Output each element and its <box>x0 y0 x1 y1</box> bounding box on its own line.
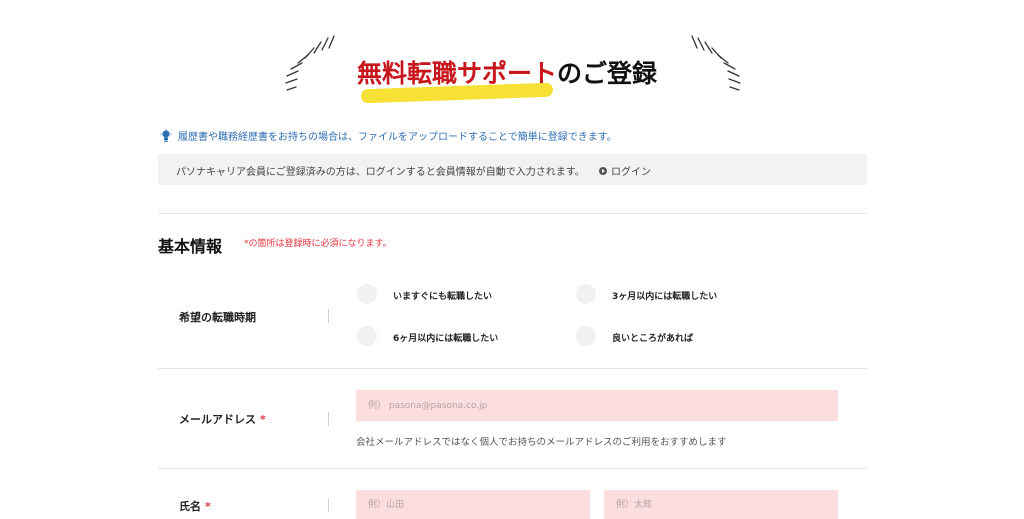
name-label-text: 氏名 <box>179 500 201 513</box>
timing-option-label[interactable]: 3ヶ月以内には転職したい <box>612 289 717 302</box>
email-note: 会社メールアドレスではなく個人でお持ちのメールアドレスのご利用をおすすめします <box>356 437 727 448</box>
login-link-label[interactable]: ログイン <box>611 163 651 178</box>
timing-option-label[interactable]: 6ヶ月以内には転職したい <box>393 331 498 344</box>
row-divider <box>158 368 867 369</box>
required-note: *の箇所は登録時に必須になります。 <box>244 239 392 249</box>
timing-radio-if-good[interactable] <box>576 326 596 346</box>
required-mark: * <box>260 413 266 426</box>
title-text: 無料転職サポートのご登録 <box>357 54 657 90</box>
section-divider <box>158 213 867 214</box>
login-link[interactable]: ログイン <box>599 163 651 178</box>
row-divider <box>158 468 867 469</box>
label-separator <box>328 309 329 323</box>
last-name-input[interactable] <box>356 490 590 519</box>
first-name-input[interactable] <box>604 490 838 519</box>
upload-hint-text[interactable]: 履歴書や職務経歴書をお持ちの場合は、ファイルをアップロードすることで簡単に登録で… <box>178 128 617 143</box>
timing-radio-immediately[interactable] <box>357 284 377 304</box>
required-mark: * <box>205 500 211 513</box>
decorative-rays-left <box>285 35 335 91</box>
timing-radio-3months[interactable] <box>576 284 596 304</box>
decorative-rays-right <box>691 35 741 91</box>
timing-option-label[interactable]: 良いところがあれば <box>612 331 693 344</box>
lightbulb-icon <box>160 128 172 142</box>
timing-radio-6months[interactable] <box>357 326 377 346</box>
upload-hint[interactable]: 履歴書や職務経歴書をお持ちの場合は、ファイルをアップロードすることで簡単に登録で… <box>160 128 617 143</box>
title-red-part: 無料転職サポート <box>357 59 558 88</box>
email-input[interactable] <box>356 390 838 421</box>
login-banner: パソナキャリア会員にご登録済みの方は、ログインすると会員情報が自動で入力されます… <box>158 154 867 185</box>
timing-label: 希望の転職時期 <box>179 311 256 324</box>
email-label: メールアドレス * <box>179 411 266 427</box>
label-separator <box>328 498 329 512</box>
section-title: 基本情報 <box>158 237 223 256</box>
arrow-circle-icon <box>599 166 607 175</box>
email-label-text: メールアドレス <box>179 413 256 426</box>
label-separator <box>328 412 329 426</box>
login-banner-text: パソナキャリア会員にご登録済みの方は、ログインすると会員情報が自動で入力されます… <box>176 167 585 178</box>
timing-option-label[interactable]: いますぐにも転職したい <box>393 289 492 302</box>
title-black-part: のご登録 <box>557 59 658 88</box>
name-label: 氏名 * <box>179 498 211 514</box>
